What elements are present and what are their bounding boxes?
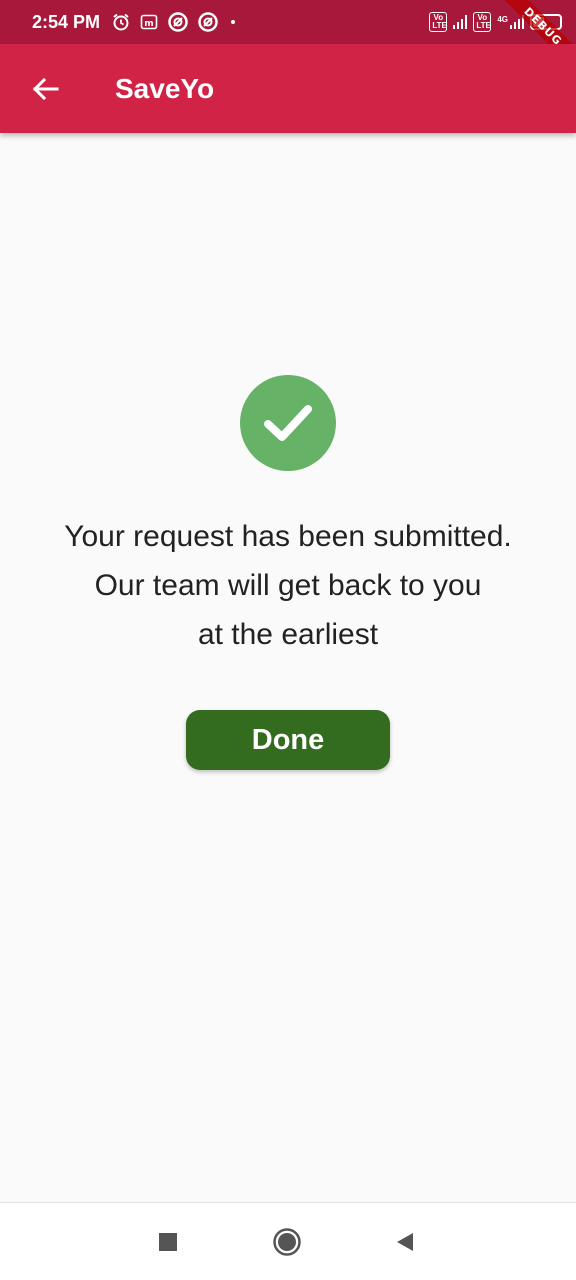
app-icon bbox=[168, 12, 188, 32]
message-line: at the earliest bbox=[197, 618, 379, 651]
message-line: Our team will get back to you bbox=[94, 569, 482, 602]
svg-text:m: m bbox=[144, 19, 153, 29]
battery-icon bbox=[530, 14, 562, 30]
home-circle-icon bbox=[273, 1228, 301, 1256]
back-nav-button[interactable] bbox=[390, 1227, 420, 1257]
success-message: Your request has been submitted. Our tea… bbox=[0, 512, 576, 659]
status-time: 2:54 PM bbox=[32, 11, 101, 32]
recents-square-icon bbox=[159, 1233, 177, 1251]
4g-signal-icon: 4G bbox=[497, 15, 524, 29]
network-label: 4G bbox=[497, 15, 508, 24]
back-triangle-icon bbox=[397, 1233, 413, 1251]
status-left-icons: m bbox=[112, 12, 238, 32]
app-bar: SaveYo bbox=[0, 44, 576, 133]
volte-icon: Vo LTE bbox=[429, 12, 448, 32]
recents-button[interactable] bbox=[153, 1227, 183, 1257]
done-button[interactable]: Done bbox=[186, 710, 390, 770]
app-title: SaveYo bbox=[115, 72, 215, 104]
home-button[interactable] bbox=[272, 1227, 302, 1257]
status-bar: 2:54 PM m Vo LTE Vo LTE 4G bbox=[0, 0, 576, 44]
m-app-icon: m bbox=[140, 13, 158, 31]
navigation-bar bbox=[0, 1202, 576, 1280]
app-icon bbox=[198, 12, 218, 32]
signal-icon bbox=[453, 15, 468, 29]
check-circle-icon bbox=[240, 375, 336, 471]
arrow-left-icon bbox=[32, 77, 59, 100]
message-line: Your request has been submitted. bbox=[64, 520, 512, 553]
back-button[interactable] bbox=[0, 44, 90, 133]
volte-icon: Vo LTE bbox=[473, 12, 492, 32]
alarm-icon bbox=[112, 13, 130, 31]
status-right-icons: Vo LTE Vo LTE 4G bbox=[429, 12, 562, 32]
dot-icon bbox=[228, 17, 238, 27]
